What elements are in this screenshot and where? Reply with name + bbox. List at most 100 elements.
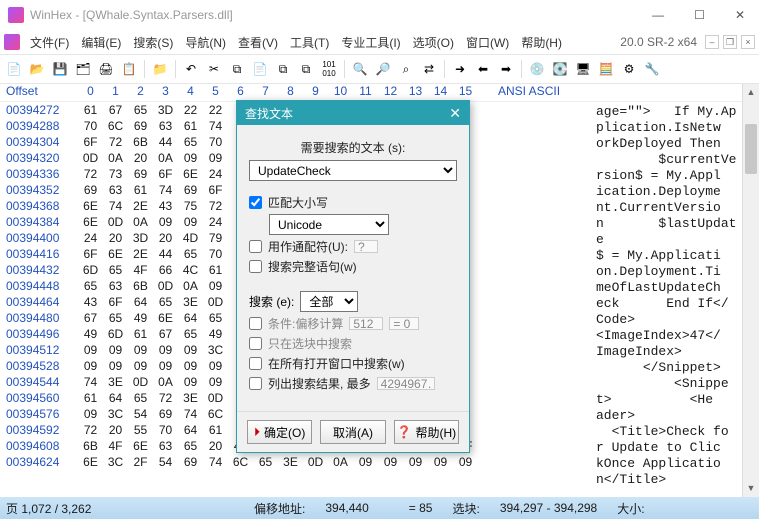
open-folder-icon[interactable]: 📂 xyxy=(27,59,47,79)
search-text-label: 需要搜索的文本 (s): xyxy=(249,139,457,156)
sel-label: 选块: xyxy=(452,500,479,517)
search-scope-label: 搜索 (e): xyxy=(249,293,294,310)
whole-sentence-checkbox[interactable] xyxy=(249,260,262,273)
row-offset: 00394496 xyxy=(0,326,78,342)
row-offset: 00394336 xyxy=(0,166,78,182)
row-bytes[interactable]: 6E3C2F5469746C653E0D0A0909090909 xyxy=(78,454,490,470)
forward-icon[interactable]: ➡ xyxy=(496,59,516,79)
menu-item[interactable]: 专业工具(I) xyxy=(335,34,406,52)
row-offset: 00394624 xyxy=(0,454,78,470)
copy-hex-icon[interactable]: ⧉ xyxy=(273,59,293,79)
search-text-input[interactable]: UpdateCheck xyxy=(249,160,457,181)
selection-only-checkbox[interactable] xyxy=(249,337,262,350)
new-file-icon[interactable]: 📄 xyxy=(4,59,24,79)
undo-icon[interactable]: ↶ xyxy=(181,59,201,79)
mdi-min-button[interactable]: – xyxy=(705,35,719,49)
menu-item[interactable]: 编辑(E) xyxy=(75,34,127,52)
replace-icon[interactable]: ⇄ xyxy=(419,59,439,79)
sel-value: 394,297 - 394,298 xyxy=(500,501,597,515)
row-offset: 00394416 xyxy=(0,246,78,262)
vertical-scrollbar[interactable]: ▲ ▼ xyxy=(742,84,759,497)
save-icon[interactable]: 💾 xyxy=(50,59,70,79)
find-hex-icon[interactable]: 🔎 xyxy=(373,59,393,79)
all-windows-checkbox[interactable] xyxy=(249,357,262,370)
menu-item[interactable]: 选项(O) xyxy=(407,34,460,52)
wildcard-checkbox[interactable] xyxy=(249,240,262,253)
col-header: 14 xyxy=(428,84,453,101)
dialog-titlebar[interactable]: 查找文本 ✕ xyxy=(237,101,469,125)
row-offset: 00394272 xyxy=(0,102,78,118)
dialog-close-icon[interactable]: ✕ xyxy=(449,105,461,122)
row-offset: 00394368 xyxy=(0,198,78,214)
row-offset: 00394304 xyxy=(0,134,78,150)
disk2-icon[interactable]: 💽 xyxy=(550,59,570,79)
calc-icon[interactable]: 🧮 xyxy=(596,59,616,79)
wildcard-char-input[interactable] xyxy=(354,240,378,253)
cancel-button[interactable]: 取消(A) xyxy=(320,420,385,444)
ok-button[interactable]: ⏵确定(O) xyxy=(247,420,312,444)
menu-item[interactable]: 工具(T) xyxy=(284,34,335,52)
disk-icon[interactable]: 💿 xyxy=(527,59,547,79)
mdi-close-button[interactable]: × xyxy=(741,35,755,49)
ascii-panel[interactable]: age=""> If My.Ap plication.IsNetw orkDep… xyxy=(596,104,741,497)
title-bar: WinHex - [QWhale.Syntax.Parsers.dll] — ☐… xyxy=(0,0,759,30)
list-results-checkbox[interactable] xyxy=(249,377,262,390)
row-offset: 00394464 xyxy=(0,294,78,310)
row-offset: 00394432 xyxy=(0,262,78,278)
list-max-input xyxy=(377,377,435,390)
mdi-max-button[interactable]: ❐ xyxy=(723,35,737,49)
menu-item[interactable]: 窗口(W) xyxy=(460,34,515,52)
menu-item[interactable]: 导航(N) xyxy=(179,34,232,52)
version-label: 20.0 SR-2 x64 xyxy=(620,35,701,49)
close-button[interactable]: ✕ xyxy=(729,6,751,24)
ram-icon[interactable]: 🖥 xyxy=(573,59,593,79)
row-offset: 00394592 xyxy=(0,422,78,438)
paste-hex-icon[interactable]: ⧉ xyxy=(296,59,316,79)
offset-eq: = 85 xyxy=(409,501,433,515)
col-header: 2 xyxy=(128,84,153,101)
col-header: 6 xyxy=(228,84,253,101)
scroll-thumb[interactable] xyxy=(745,124,757,174)
page-status: 页 1,072 / 3,262 xyxy=(6,500,91,517)
binary-icon[interactable]: 101010 xyxy=(319,59,339,79)
condition-checkbox[interactable] xyxy=(249,317,262,330)
back-icon[interactable]: ⬅ xyxy=(473,59,493,79)
col-header: 13 xyxy=(403,84,428,101)
goto-icon[interactable]: ➜ xyxy=(450,59,470,79)
paste-icon[interactable]: 📄 xyxy=(250,59,270,79)
match-case-checkbox[interactable] xyxy=(249,196,262,209)
scroll-up-icon[interactable]: ▲ xyxy=(743,84,759,101)
status-bar: 页 1,072 / 3,262 偏移地址: 394,440 = 85 选块: 3… xyxy=(0,497,759,519)
search-scope-select[interactable]: 全部 xyxy=(300,291,358,312)
col-header: 0 xyxy=(78,84,103,101)
menu-item[interactable]: 搜索(S) xyxy=(127,34,179,52)
encoding-select[interactable]: Unicode xyxy=(269,214,389,235)
cut-icon[interactable]: ✂ xyxy=(204,59,224,79)
save-all-icon[interactable]: 🗂 xyxy=(73,59,93,79)
row-offset: 00394576 xyxy=(0,406,78,422)
cond-v1-input xyxy=(349,317,383,330)
scroll-down-icon[interactable]: ▼ xyxy=(743,480,759,497)
find-text-icon[interactable]: 🔍 xyxy=(350,59,370,79)
row-offset: 00394448 xyxy=(0,278,78,294)
col-header: 9 xyxy=(303,84,328,101)
row-offset: 00394384 xyxy=(0,214,78,230)
tool-icon[interactable]: 🔧 xyxy=(642,59,662,79)
menu-item[interactable]: 帮助(H) xyxy=(515,34,568,52)
minimize-button[interactable]: — xyxy=(646,6,670,24)
folder-icon[interactable]: 📁 xyxy=(150,59,170,79)
menu-item[interactable]: 查看(V) xyxy=(232,34,284,52)
print-icon[interactable]: 🖨 xyxy=(96,59,116,79)
col-header: 4 xyxy=(178,84,203,101)
gear-icon[interactable]: ⚙ xyxy=(619,59,639,79)
find-again-icon[interactable]: ⌕ xyxy=(396,59,416,79)
dialog-title: 查找文本 xyxy=(245,105,293,122)
menu-bar: 文件(F)编辑(E)搜索(S)导航(N)查看(V)工具(T)专业工具(I)选项(… xyxy=(0,30,759,54)
maximize-button[interactable]: ☐ xyxy=(688,6,711,24)
properties-icon[interactable]: 📋 xyxy=(119,59,139,79)
offset-label: 偏移地址: xyxy=(254,500,305,517)
menu-item[interactable]: 文件(F) xyxy=(24,34,75,52)
copy-icon[interactable]: ⧉ xyxy=(227,59,247,79)
help-button[interactable]: ❓帮助(H) xyxy=(394,420,459,444)
col-header: 10 xyxy=(328,84,353,101)
